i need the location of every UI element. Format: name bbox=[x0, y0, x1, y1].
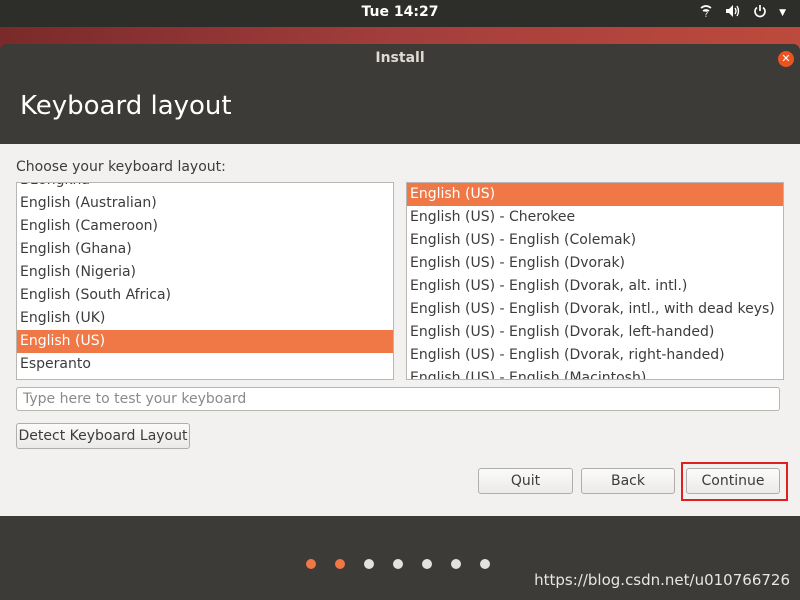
content-area: Choose your keyboard layout: DzongkhaEng… bbox=[0, 144, 800, 516]
progress-dots bbox=[306, 559, 490, 569]
back-button[interactable]: Back bbox=[581, 468, 675, 494]
power-icon[interactable] bbox=[753, 4, 767, 22]
layout-item[interactable]: English (Cameroon) bbox=[17, 215, 393, 238]
quit-button[interactable]: Quit bbox=[478, 468, 573, 494]
variant-item[interactable]: English (US) - English (Dvorak, alt. int… bbox=[407, 275, 783, 298]
volume-icon[interactable] bbox=[725, 4, 741, 22]
variant-item[interactable]: English (US) bbox=[407, 183, 783, 206]
svg-text:?: ? bbox=[704, 10, 708, 18]
layout-item[interactable]: English (US) bbox=[17, 330, 393, 353]
watermark: https://blog.csdn.net/u010766726 bbox=[534, 571, 790, 589]
progress-dot bbox=[393, 559, 403, 569]
variant-item[interactable]: English (US) - Cherokee bbox=[407, 206, 783, 229]
progress-dot bbox=[364, 559, 374, 569]
chevron-down-icon[interactable]: ▼ bbox=[779, 8, 786, 18]
variant-item[interactable]: English (US) - English (Dvorak, left-han… bbox=[407, 321, 783, 344]
progress-dot bbox=[335, 559, 345, 569]
layout-item[interactable]: English (Australian) bbox=[17, 192, 393, 215]
page-header: Keyboard layout bbox=[0, 73, 800, 144]
progress-footer: https://blog.csdn.net/u010766726 bbox=[0, 516, 800, 600]
variant-item[interactable]: English (US) - English (Dvorak) bbox=[407, 252, 783, 275]
top-panel: Tue 14:27 ? ▼ bbox=[0, 0, 800, 27]
layout-item[interactable]: Dzongkha bbox=[17, 183, 393, 192]
variant-list[interactable]: English (US) English (US) - Cherokee Engli… bbox=[406, 182, 784, 380]
layout-item[interactable]: Esperanto bbox=[17, 353, 393, 376]
layout-item[interactable]: English (Ghana) bbox=[17, 238, 393, 261]
detect-layout-button[interactable]: Detect Keyboard Layout bbox=[16, 423, 190, 449]
page-title: Keyboard layout bbox=[20, 91, 232, 121]
variant-item[interactable]: English (US) - English (Colemak) bbox=[407, 229, 783, 252]
installer-window: Install ✕ Keyboard layout Choose your ke… bbox=[0, 44, 800, 600]
title-bar[interactable]: Install ✕ bbox=[0, 44, 800, 73]
progress-dot bbox=[306, 559, 316, 569]
keyboard-test-input[interactable] bbox=[16, 387, 780, 411]
window-title: Install bbox=[375, 50, 425, 66]
layout-prompt: Choose your keyboard layout: bbox=[16, 159, 226, 175]
close-icon[interactable]: ✕ bbox=[778, 51, 794, 67]
layout-item[interactable]: English (South Africa) bbox=[17, 284, 393, 307]
layout-list[interactable]: DzongkhaEnglish (Australian)English (Cam… bbox=[16, 182, 394, 380]
highlight-box bbox=[681, 462, 788, 501]
network-icon[interactable]: ? bbox=[699, 4, 713, 22]
progress-dot bbox=[480, 559, 490, 569]
progress-dot bbox=[422, 559, 432, 569]
layout-item[interactable]: English (Nigeria) bbox=[17, 261, 393, 284]
system-tray[interactable]: ? ▼ bbox=[699, 4, 786, 22]
layout-item[interactable]: English (UK) bbox=[17, 307, 393, 330]
variant-item[interactable]: English (US) - English (Dvorak, intl., w… bbox=[407, 298, 783, 321]
variant-item[interactable]: English (US) - English (Dvorak, right-ha… bbox=[407, 344, 783, 367]
progress-dot bbox=[451, 559, 461, 569]
variant-item[interactable]: English (US) - English (Macintosh) bbox=[407, 367, 783, 379]
clock[interactable]: Tue 14:27 bbox=[0, 4, 800, 20]
